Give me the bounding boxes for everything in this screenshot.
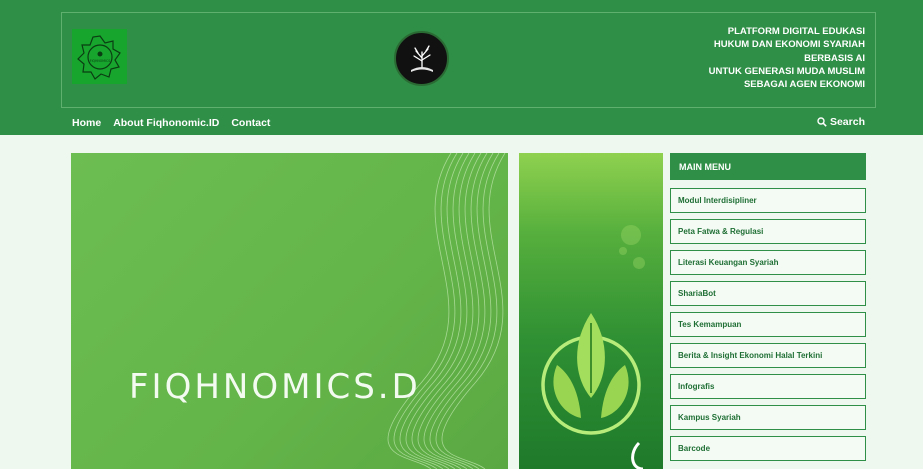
main-nav: Home About Fiqhonomic.ID Contact — [72, 117, 270, 129]
menu-item-infografis[interactable]: Infografis — [670, 374, 866, 399]
search-label: Search — [829, 116, 865, 128]
site-logo[interactable]: FIQHNOMICS — [72, 29, 127, 84]
promo-banner[interactable] — [519, 153, 663, 469]
nav-contact[interactable]: Contact — [231, 117, 270, 129]
header-tagline: PLATFORM DIGITAL EDUKASI HUKUM DAN EKONO… — [605, 25, 865, 91]
menu-item-peta-fatwa[interactable]: Peta Fatwa & Regulasi — [670, 219, 866, 244]
tagline-line: BERBASIS AI — [804, 52, 865, 64]
menu-item-barcode[interactable]: Barcode — [670, 436, 866, 461]
leaf-emblem-icon — [541, 225, 645, 469]
main-menu-title: MAIN MENU — [670, 153, 866, 180]
main-menu-list: Modul Interdisipliner Peta Fatwa & Regul… — [670, 188, 866, 461]
fiqhnomics-logo-icon: FIQHNOMICS — [76, 34, 121, 80]
logo-left-text: FIQHNOMICS — [89, 59, 110, 63]
tree-logo-icon — [410, 44, 433, 72]
menu-item-shariabot[interactable]: ShariaBot — [670, 281, 866, 306]
menu-item-literasi-keuangan[interactable]: Literasi Keuangan Syariah — [670, 250, 866, 275]
menu-item-berita-insight[interactable]: Berita & Insight Ekonomi Halal Terkini — [670, 343, 866, 368]
nav-about[interactable]: About Fiqhonomic.ID — [113, 117, 219, 129]
tagline-line: SEBAGAI AGEN EKONOMI — [743, 79, 865, 91]
tagline-line: PLATFORM DIGITAL EDUKASI — [727, 26, 865, 37]
hero-title: FIQHNOMICS.D — [129, 367, 421, 407]
search-button[interactable]: Search — [817, 116, 865, 128]
nav-home[interactable]: Home — [72, 117, 101, 129]
hero-wave-lines — [387, 153, 506, 469]
menu-item-kampus-syariah[interactable]: Kampus Syariah — [670, 405, 866, 430]
main-menu: MAIN MENU Modul Interdisipliner Peta Fat… — [670, 153, 866, 467]
search-icon — [817, 117, 827, 127]
menu-item-tes-kemampuan[interactable]: Tes Kemampuan — [670, 312, 866, 337]
center-emblem[interactable] — [394, 31, 449, 86]
hero-banner[interactable]: FIQHNOMICS.D — [71, 153, 508, 469]
menu-item-modul-interdisipliner[interactable]: Modul Interdisipliner — [670, 188, 866, 213]
tagline-line: HUKUM DAN EKONOMI SYARIAH — [713, 39, 865, 51]
tagline-line: UNTUK GENERASI MUDA MUSLIM — [708, 65, 865, 77]
